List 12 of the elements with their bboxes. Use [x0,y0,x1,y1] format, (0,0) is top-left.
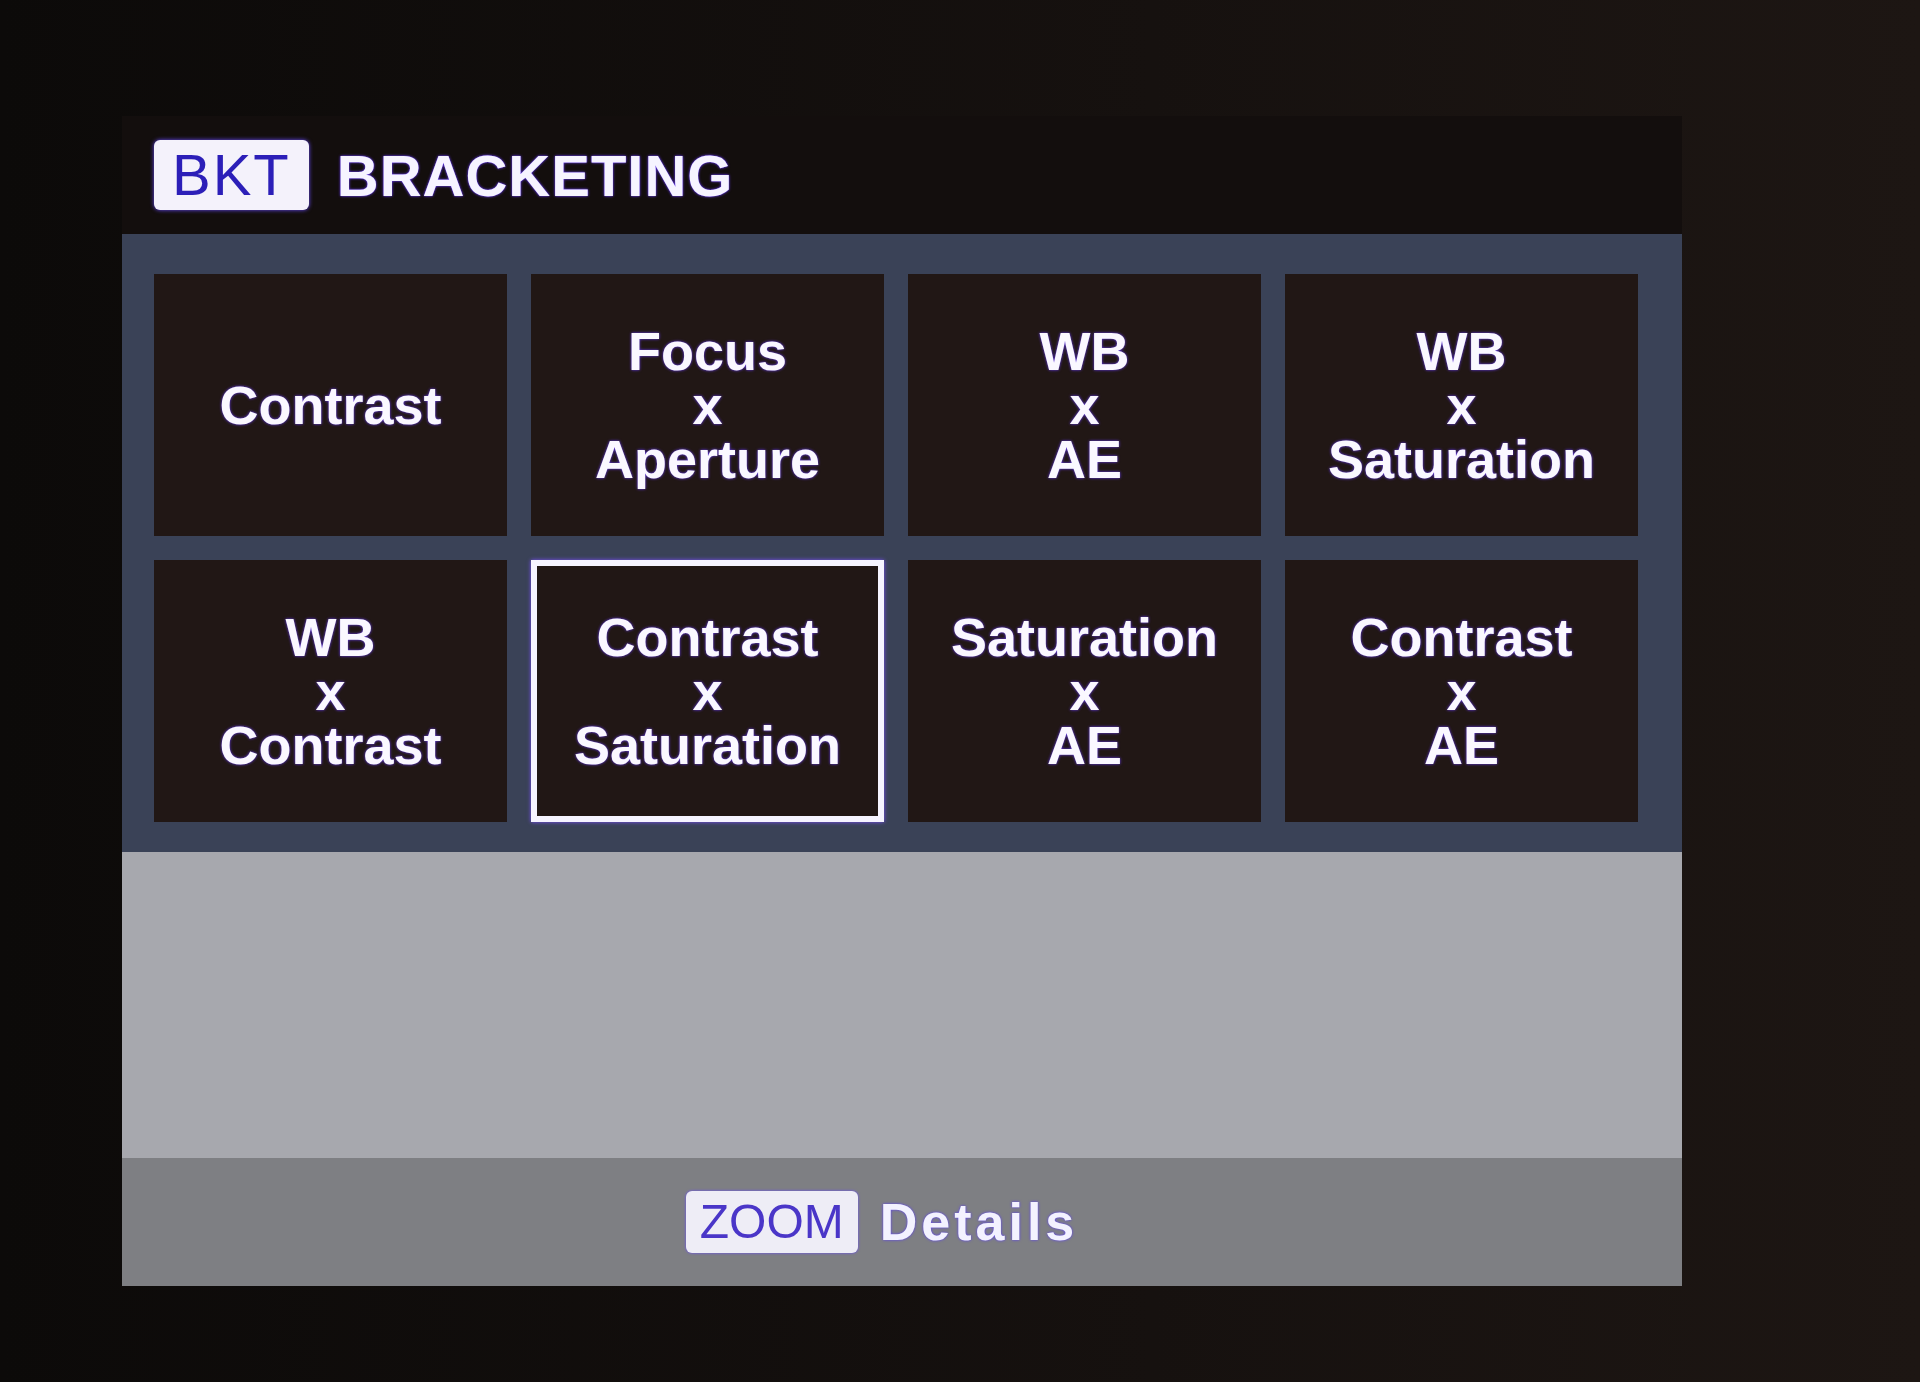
bracketing-option[interactable]: Contrast x Saturation [531,560,884,822]
menu-title: BRACKETING [336,141,734,209]
hint-label: Details [879,1192,1079,1252]
bracketing-option[interactable]: WB x Saturation [1285,274,1638,536]
bracketing-option[interactable]: WB x AE [908,274,1261,536]
mode-badge: BKT [154,140,309,210]
bracketing-option[interactable]: WB x Contrast [154,560,507,822]
bracketing-option[interactable]: Contrast [154,274,507,536]
bracketing-option[interactable]: Focus x Aperture [531,274,884,536]
bracketing-option[interactable]: Saturation x AE [908,560,1261,822]
bracketing-option[interactable]: Contrast x AE [1285,560,1638,822]
key-badge: ZOOM [685,1191,858,1253]
